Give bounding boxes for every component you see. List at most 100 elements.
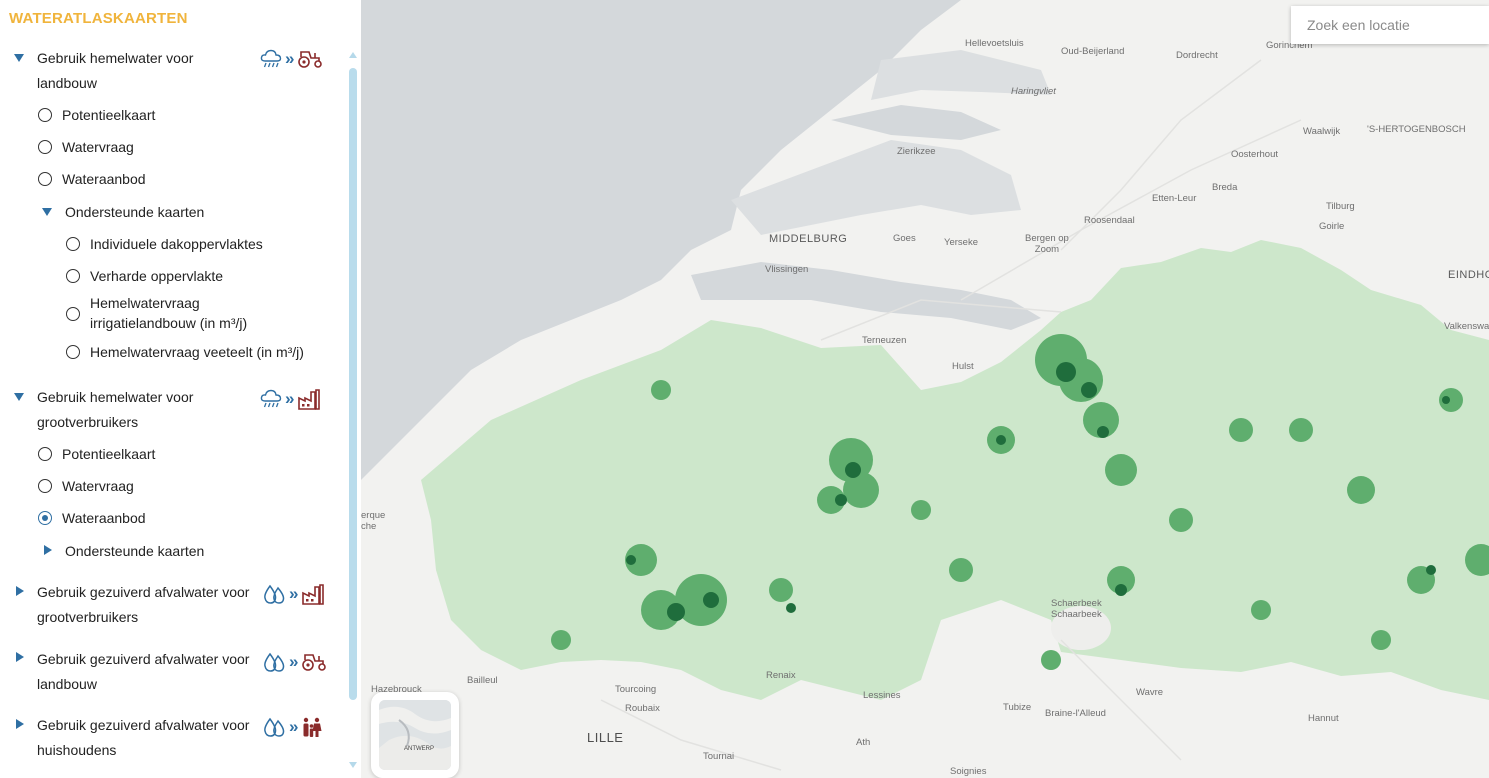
radio-g2-potentieelkaart[interactable] [38,447,52,461]
label-g1-support[interactable]: Ondersteunde kaarten [65,202,204,222]
collapse-toggle-group-1[interactable] [13,52,25,64]
label-g2-wateraanbod[interactable]: Wateraanbod [62,508,146,528]
group-2-title-line1: Gebruik hemelwater voor [37,389,194,405]
group-5-title-line2: huishoudens [37,742,117,758]
layer-sidebar: WATERATLASKAARTEN Gebruik hemelwater voo… [0,0,361,778]
place-erquel-line2: che [361,521,377,532]
radio-hemelwatervraag-veeteelt[interactable] [66,345,80,359]
label-g1-potentieelkaart[interactable]: Potentieelkaart [62,105,155,125]
water-drops-icon [262,583,286,605]
place-bergen-op-zoom: Bergen op Zoom [1025,233,1069,255]
place-bailleul: Bailleul [467,675,498,686]
rain-cloud-icon [260,49,282,69]
estuary-grevelingen [831,105,1001,140]
place-schaerbeek-line2: Schaarbeek [1051,609,1102,620]
sidebar-scrollbar[interactable] [349,52,358,768]
expand-toggle-group-3[interactable] [13,585,25,597]
place-schaerbeek-line1: Schaerbeek [1051,598,1102,609]
basemap-switcher[interactable]: ANTWERP [371,692,459,778]
place-roubaix: Roubaix [625,703,660,714]
place-waalwijk: Waalwijk [1303,126,1341,137]
group-3-title-line2: grootverbruikers [37,609,139,625]
place-braine-lalleud: Braine-l'Alleud [1045,708,1106,719]
label-g2-watervraag[interactable]: Watervraag [62,476,134,496]
group-5-icons: » [262,716,323,738]
map-view[interactable]: Hellevoetsluis Oud-Beijerland Dordrecht … [361,0,1489,778]
scroll-up-arrow-icon[interactable] [349,52,357,58]
group-5-title-line1: Gebruik gezuiverd afvalwater voor [37,717,250,733]
basemap-thumbnail[interactable]: ANTWERP [379,700,451,770]
group-5-title[interactable]: Gebruik gezuiverd afvalwater voor huisho… [37,713,262,763]
place-erquel: erque che [361,510,385,532]
place-lessines: Lessines [863,690,901,701]
place-wavre: Wavre [1136,687,1164,698]
place-hulst: Hulst [952,361,974,372]
label-verharde-oppervlakte[interactable]: Verharde oppervlakte [90,266,223,286]
place-zierikzee: Zierikzee [897,146,936,157]
place-tourcoing: Tourcoing [615,684,657,695]
expand-toggle-g2-support[interactable] [41,544,53,556]
group-2-icons: » [260,388,321,410]
label-g1-watervraag[interactable]: Watervraag [62,137,134,157]
location-search-box[interactable] [1291,6,1489,44]
group-1-title[interactable]: Gebruik hemelwater voor landbouw [37,46,262,96]
label-g2-support[interactable]: Ondersteunde kaarten [65,541,204,561]
place-roosendaal: Roosendaal [1084,215,1135,226]
place-s-hertogenbosch: 'S-HERTOGENBOSCH [1367,124,1466,135]
collapse-toggle-group-2[interactable] [13,391,25,403]
radio-dakoppervlaktes[interactable] [66,237,80,251]
map-canvas[interactable] [361,0,1489,778]
place-erquel-line1: erque [361,510,386,521]
label-dakoppervlaktes[interactable]: Individuele dakoppervlaktes [90,234,263,254]
label-hemelwatervraag-line2: irrigatielandbouw (in m³/j) [90,315,248,331]
place-haringvliet: Haringvliet [1011,86,1056,97]
radio-hemelwatervraag-irrigatie[interactable] [66,307,80,321]
label-hemelwatervraag-irrigatie[interactable]: Hemelwatervraag irrigatielandbouw (in m³… [90,293,247,333]
label-g1-wateraanbod[interactable]: Wateraanbod [62,169,146,189]
water-drops-icon [262,716,286,738]
expand-toggle-group-4[interactable] [13,651,25,663]
place-goirle: Goirle [1319,221,1345,232]
family-icon [301,716,323,738]
place-valkenswaard: Valkenswa [1444,321,1489,332]
place-etten-leur: Etten-Leur [1152,193,1197,204]
collapse-toggle-g1-support[interactable] [41,206,53,218]
place-vlissingen: Vlissingen [765,264,809,275]
place-oud-beijerland: Oud-Beijerland [1061,46,1125,57]
label-hemelwatervraag-line1: Hemelwatervraag [90,295,200,311]
place-hellevoetsluis: Hellevoetsluis [965,38,1024,49]
place-breda: Breda [1212,182,1238,193]
scroll-down-arrow-icon[interactable] [349,762,357,768]
radio-verharde-oppervlakte[interactable] [66,269,80,283]
rain-cloud-icon [260,389,282,409]
group-4-title[interactable]: Gebruik gezuiverd afvalwater voor landbo… [37,647,262,697]
basemap-thumbnail-image [379,700,451,770]
radio-g1-wateraanbod[interactable] [38,172,52,186]
radio-g1-potentieelkaart[interactable] [38,108,52,122]
radio-g2-watervraag[interactable] [38,479,52,493]
label-g2-potentieelkaart[interactable]: Potentieelkaart [62,444,155,464]
location-search-input[interactable] [1305,6,1489,44]
place-yerseke: Yerseke [944,237,978,248]
estuary-westerschelde [691,262,1041,330]
scroll-thumb[interactable] [349,68,357,700]
place-eindhoven: EINDHO [1448,269,1489,281]
label-hemelwatervraag-veeteelt[interactable]: Hemelwatervraag veeteelt (in m³/j) [90,342,304,362]
radio-g2-wateraanbod-selected[interactable] [38,511,52,525]
chevron-icon: » [285,389,295,408]
group-3-title[interactable]: Gebruik gezuiverd afvalwater voor grootv… [37,580,262,630]
chevron-icon: » [289,717,299,736]
place-goes: Goes [893,233,916,244]
radio-g1-watervraag[interactable] [38,140,52,154]
group-2-title[interactable]: Gebruik hemelwater voor grootverbruikers [37,385,262,435]
group-4-title-line1: Gebruik gezuiverd afvalwater voor [37,651,250,667]
place-soignies: Soignies [950,766,987,777]
chevron-icon: » [285,49,295,68]
place-tilburg: Tilburg [1326,201,1355,212]
place-tubize: Tubize [1003,702,1032,713]
expand-toggle-group-5[interactable] [13,718,25,730]
place-bergen-line2: Zoom [1034,244,1060,255]
place-schaerbeek: Schaerbeek Schaarbeek [1051,598,1102,620]
place-bergen-line1: Bergen op [1025,233,1069,244]
place-dordrecht: Dordrecht [1176,50,1218,61]
